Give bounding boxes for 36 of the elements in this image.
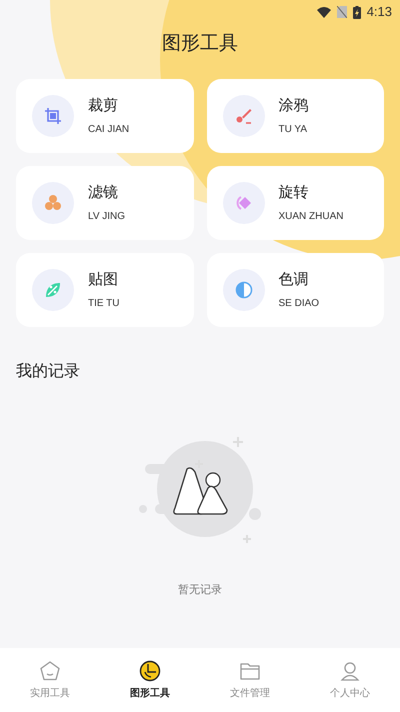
tool-pinyin: SE DIAO [278, 296, 320, 311]
tool-pinyin: TU YA [278, 122, 308, 137]
empty-text: 暂无记录 [178, 583, 222, 598]
tool-pinyin: TIE TU [88, 296, 120, 311]
pentagon-icon [39, 660, 61, 682]
tool-name: 色调 [278, 270, 310, 290]
tool-card[interactable]: 旋转 XUAN ZHUAN [206, 166, 384, 240]
half-circle-icon [234, 281, 252, 299]
tool-name: 裁剪 [88, 96, 119, 116]
diamond-icon [234, 194, 252, 212]
section-heading: 我的记录 [15, 362, 81, 382]
pie-chart-icon [139, 660, 161, 682]
tool-card[interactable]: 色调 SE DIAO [206, 253, 384, 327]
wifi-icon [316, 6, 331, 18]
tool-pinyin: LV JING [88, 210, 126, 224]
crop-icon [44, 107, 62, 125]
tool-card[interactable]: 裁剪 CAI JIAN [16, 79, 194, 153]
tool-name: 旋转 [278, 183, 310, 204]
tab-item[interactable]: 实用工具 [0, 648, 100, 712]
tool-pinyin: CAI JIAN [88, 122, 130, 137]
tool-name: 滤镜 [88, 183, 119, 204]
leaf-icon [44, 281, 62, 299]
tab-item[interactable]: 图形工具 [100, 648, 200, 712]
user-icon [339, 660, 361, 682]
tool-card[interactable]: 贴图 TIE TU [16, 253, 194, 327]
tool-card[interactable]: 涂鸦 TU YA [206, 79, 384, 153]
circles-icon [44, 194, 62, 212]
tab-item[interactable]: 个人中心 [300, 648, 400, 712]
tab-item[interactable]: 文件管理 [200, 648, 300, 712]
tool-name: 涂鸦 [278, 96, 308, 116]
page-title: 图形工具 [162, 32, 238, 56]
brush-icon [234, 107, 252, 125]
status-time: 4:13 [366, 3, 392, 22]
tool-pinyin: XUAN ZHUAN [278, 210, 344, 224]
tool-card[interactable]: 滤镜 LV JING [16, 166, 194, 240]
tool-name: 贴图 [88, 270, 119, 290]
